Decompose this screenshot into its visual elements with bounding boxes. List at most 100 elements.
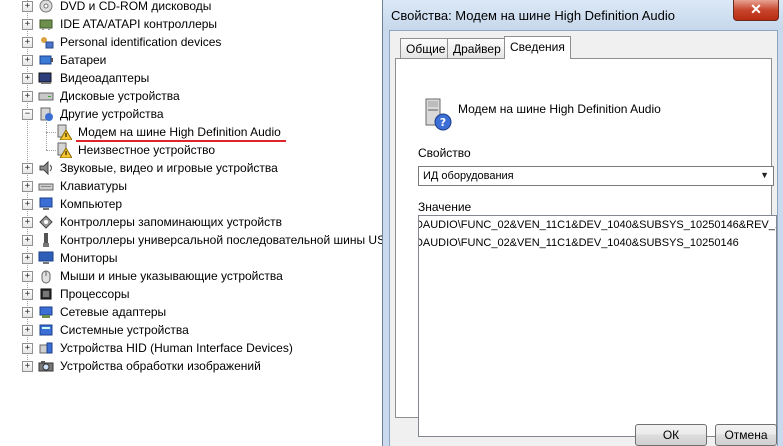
- tree-node-label: Системные устройства: [60, 323, 189, 337]
- expand-icon[interactable]: +: [22, 324, 33, 336]
- value-listbox[interactable]: HDAUDIO\FUNC_02&VEN_11C1&DEV_1040&SUBSYS…: [418, 215, 777, 437]
- tree-node-label: Устройства обработки изображений: [60, 359, 261, 373]
- collapse-icon[interactable]: −: [22, 108, 33, 120]
- expand-icon[interactable]: +: [22, 0, 33, 12]
- display-adapter-icon: [38, 70, 54, 86]
- expand-icon[interactable]: +: [22, 36, 33, 48]
- tree-node[interactable]: + Процессоры: [22, 285, 132, 303]
- expand-icon[interactable]: +: [22, 18, 33, 30]
- ide-controller-icon: [38, 16, 54, 32]
- tree-node-label: Модем на шине High Definition Audio: [78, 125, 281, 139]
- expand-icon[interactable]: +: [22, 252, 33, 264]
- tree-node-label: Мыши и иные указывающие устройства: [60, 269, 283, 283]
- tree-node-label: Контроллеры запоминающих устройств: [60, 215, 282, 229]
- disk-drive-icon: [38, 88, 54, 104]
- sound-device-icon: [38, 160, 54, 176]
- tree-node[interactable]: + Контроллеры универсальной последователь…: [22, 231, 384, 249]
- expand-icon[interactable]: +: [22, 198, 33, 210]
- tab-general-label: Общие: [406, 42, 446, 56]
- tree-node[interactable]: + Видеоадаптеры: [22, 69, 151, 87]
- tree-node[interactable]: − Другие устройства: [22, 105, 166, 123]
- expand-icon[interactable]: +: [22, 306, 33, 318]
- tree-node[interactable]: + Компьютер: [22, 195, 124, 213]
- tree-node[interactable]: + Звуковые, видео и игровые устройства: [22, 159, 280, 177]
- selection-underline: [76, 140, 286, 142]
- tree-node[interactable]: + Устройства HID (Human Interface Devices…: [22, 339, 295, 357]
- property-select-value: ИД оборудования: [423, 170, 514, 182]
- list-item[interactable]: HDAUDIO\FUNC_02&VEN_11C1&DEV_1040&SUBSYS…: [419, 216, 776, 234]
- details-panel: ? Модем на шине High Definition Audio Св…: [395, 58, 777, 437]
- property-select[interactable]: ИД оборудования ▼: [418, 166, 774, 186]
- tree-node-label: Устройства HID (Human Interface Devices): [60, 341, 293, 355]
- mouse-icon: [38, 268, 54, 284]
- other-devices-icon: [38, 106, 54, 122]
- tree-node-label: Сетевые адаптеры: [60, 305, 167, 319]
- expand-icon[interactable]: +: [22, 180, 33, 192]
- tree-node[interactable]: + Клавиатуры: [22, 177, 129, 195]
- properties-dialog: Свойства: Модем на шине High Definition …: [382, 0, 783, 446]
- close-button[interactable]: ✕: [733, 0, 779, 21]
- tree-node[interactable]: + Сетевые адаптеры: [22, 303, 168, 321]
- expand-icon[interactable]: +: [22, 288, 33, 300]
- tree-node[interactable]: + Системные устройства: [22, 321, 191, 339]
- close-icon: ✕: [750, 1, 762, 17]
- unknown-device-warning-icon: [56, 142, 72, 158]
- tree-node-label: Мониторы: [60, 251, 118, 265]
- expand-icon[interactable]: +: [22, 270, 33, 282]
- tree-node-label: IDE ATA/ATAPI контроллеры: [60, 17, 218, 31]
- computer-icon: [38, 196, 54, 212]
- expand-icon[interactable]: +: [22, 54, 33, 66]
- tree-node-label: Контроллеры универсальной последовательн…: [60, 233, 384, 247]
- device-tree[interactable]: + DVD и CD-ROM дисководы + IDE ATA/ATAPI ко…: [0, 0, 384, 446]
- tab-details[interactable]: Сведения: [504, 36, 571, 59]
- tab-details-label: Сведения: [510, 40, 565, 54]
- tree-node[interactable]: + DVD и CD-ROM дисководы: [22, 0, 213, 15]
- property-label: Свойство: [418, 146, 471, 160]
- cancel-button[interactable]: Отмена: [715, 424, 777, 446]
- list-item[interactable]: HDAUDIO\FUNC_02&VEN_11C1&DEV_1040&SUBSYS…: [419, 234, 776, 252]
- tree-node-label: Другие устройства: [60, 107, 164, 121]
- tree-node-label: Дисковые устройства: [60, 89, 180, 103]
- dialog-title: Свойства: Модем на шине High Definition …: [391, 8, 676, 23]
- chevron-down-icon: ▼: [760, 170, 769, 180]
- tree-node[interactable]: + Дисковые устройства: [22, 87, 182, 105]
- dialog-client-area: Общие Драйвер Сведения ? Модем на шине H…: [389, 30, 778, 446]
- tree-node[interactable]: + Батареи: [22, 51, 108, 69]
- svg-text:?: ?: [440, 116, 446, 129]
- tree-node-label: Батареи: [60, 53, 107, 67]
- expand-icon[interactable]: +: [22, 360, 33, 372]
- tree-node[interactable]: + Устройства обработки изображений: [22, 357, 263, 375]
- cancel-button-label: Отмена: [724, 428, 768, 442]
- expand-icon[interactable]: +: [22, 72, 33, 84]
- expand-icon[interactable]: +: [22, 162, 33, 174]
- expand-icon[interactable]: +: [22, 90, 33, 102]
- tab-general[interactable]: Общие: [400, 38, 452, 58]
- tree-node-label: Видеоадаптеры: [60, 71, 150, 85]
- expand-icon[interactable]: +: [22, 342, 33, 354]
- tree-node-label: Personal identification devices: [60, 35, 222, 49]
- usb-controller-icon: [38, 232, 54, 248]
- ok-button[interactable]: ОК: [635, 424, 707, 446]
- expand-icon[interactable]: +: [22, 216, 33, 228]
- keyboard-icon: [38, 178, 54, 194]
- tree-node-label: Звуковые, видео и игровые устройства: [60, 161, 278, 175]
- tree-connector: [46, 132, 56, 133]
- dialog-title-bar[interactable]: Свойства: Модем на шине High Definition …: [383, 0, 783, 30]
- tree-node[interactable]: + Personal identification devices: [22, 33, 223, 51]
- system-devices-icon: [38, 322, 54, 338]
- tab-driver[interactable]: Драйвер: [447, 38, 507, 58]
- tree-node[interactable]: + Контроллеры запоминающих устройств: [22, 213, 284, 231]
- identification-device-icon: [38, 34, 54, 50]
- tree-node[interactable]: Неизвестное устройство: [56, 141, 217, 159]
- hid-device-icon: [38, 340, 54, 356]
- tree-node-label: Процессоры: [60, 287, 130, 301]
- device-name: Модем на шине High Definition Audio: [458, 102, 661, 116]
- tree-node[interactable]: + Мониторы: [22, 249, 119, 267]
- expand-icon[interactable]: +: [22, 234, 33, 246]
- storage-controller-icon: [38, 214, 54, 230]
- tree-node[interactable]: Модем на шине High Definition Audio: [56, 123, 283, 141]
- tree-node[interactable]: + Мыши и иные указывающие устройства: [22, 267, 285, 285]
- battery-icon: [38, 52, 54, 68]
- processor-icon: [38, 286, 54, 302]
- tree-node[interactable]: + IDE ATA/ATAPI контроллеры: [22, 15, 219, 33]
